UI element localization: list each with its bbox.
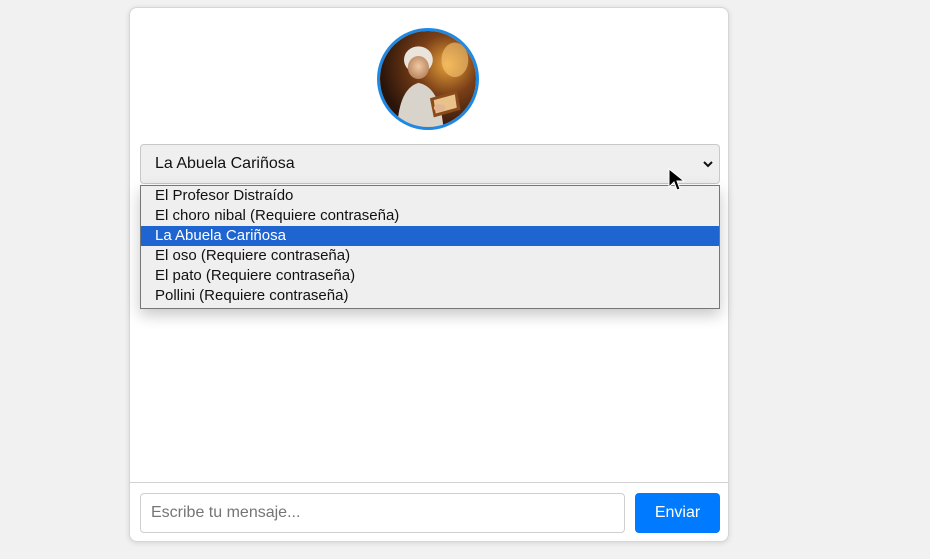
- persona-option[interactable]: El oso (Requiere contraseña): [141, 246, 719, 266]
- persona-option[interactable]: Pollini (Requiere contraseña): [141, 286, 719, 306]
- persona-option-selected[interactable]: La Abuela Cariñosa: [141, 226, 719, 246]
- persona-dropdown-list: El Profesor Distraído El choro nibal (Re…: [140, 185, 720, 309]
- avatar: [377, 28, 479, 130]
- message-input[interactable]: [140, 493, 625, 533]
- persona-option[interactable]: El choro nibal (Requiere contraseña): [141, 206, 719, 226]
- persona-option[interactable]: El Profesor Distraído: [141, 186, 719, 206]
- persona-option[interactable]: El pato (Requiere contraseña): [141, 266, 719, 286]
- chat-card: La Abuela Cariñosa El Profesor Distraído…: [129, 7, 729, 542]
- grandmother-portrait-image: [380, 31, 476, 127]
- persona-select-value: La Abuela Cariñosa: [155, 155, 295, 172]
- mouse-pointer-icon: [668, 167, 686, 192]
- persona-select[interactable]: La Abuela Cariñosa: [140, 144, 720, 184]
- send-button[interactable]: Enviar: [635, 493, 720, 533]
- message-bar: Enviar: [130, 482, 728, 543]
- chevron-down-icon: [703, 145, 713, 183]
